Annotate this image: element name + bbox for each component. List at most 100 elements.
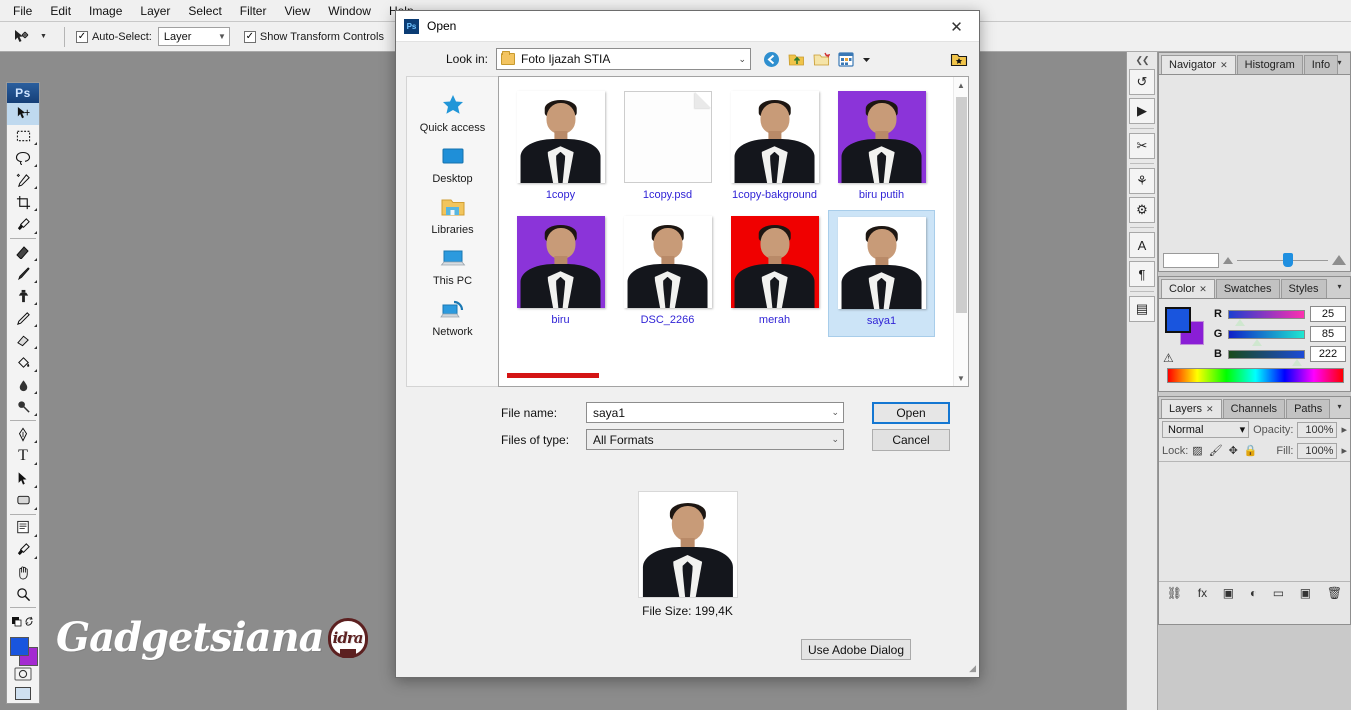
tab-channels[interactable]: Channels	[1222, 399, 1286, 418]
tool-history-brush[interactable]	[7, 307, 39, 329]
navigator-zoom-slider[interactable]	[1237, 253, 1328, 267]
auto-select-scope-select[interactable]: Layer ▼	[157, 27, 230, 46]
show-transform-check-glyph[interactable]: ✓	[243, 30, 256, 43]
default-colors-icon[interactable]	[7, 610, 39, 632]
actions-icon[interactable]: ▶	[1129, 98, 1155, 124]
place-this-pc[interactable]: This PC	[407, 243, 498, 294]
opacity-value[interactable]: 100%	[1297, 421, 1338, 438]
file-list-scrollbar[interactable]: ▲ ▼	[953, 77, 968, 386]
color-foreground-swatch[interactable]	[1165, 307, 1191, 333]
tool-color-sampler[interactable]	[7, 539, 39, 561]
tool-lasso[interactable]	[7, 147, 39, 169]
opacity-stepper-icon[interactable]: ▸	[1341, 423, 1347, 436]
chevron-down-icon[interactable]: ⌄	[831, 434, 839, 445]
channel-slider-g[interactable]	[1228, 329, 1305, 346]
lock-transparent-pixels-icon[interactable]: ▨	[1192, 444, 1202, 457]
menu-filter[interactable]: Filter	[231, 1, 276, 21]
slider-thumb[interactable]	[1282, 253, 1293, 267]
tool-spot-healing[interactable]	[7, 241, 39, 263]
dialog-title-bar[interactable]: Ps Open ✕	[396, 11, 979, 42]
fill-stepper-icon[interactable]: ▸	[1341, 444, 1347, 457]
close-icon[interactable]: ✕	[1220, 60, 1228, 71]
tab-styles[interactable]: Styles	[1280, 279, 1327, 298]
blend-mode-select[interactable]: Normal ▾	[1162, 421, 1250, 438]
file-item-saya1[interactable]: saya1	[828, 210, 935, 337]
paragraph-icon[interactable]: ¶	[1129, 261, 1155, 287]
tool-clone-stamp[interactable]	[7, 285, 39, 307]
new-layer-icon[interactable]: ▣	[1300, 586, 1311, 600]
tool-presets-icon[interactable]: ✂	[1129, 133, 1155, 159]
channel-value-r[interactable]: 25	[1310, 306, 1346, 322]
channel-value-b[interactable]: 222	[1310, 346, 1346, 362]
up-folder-icon[interactable]	[786, 49, 806, 69]
tool-zoom[interactable]	[7, 583, 39, 605]
layers-list[interactable]	[1159, 461, 1350, 581]
link-icon[interactable]: ⛓	[1167, 586, 1182, 600]
auto-select-check-glyph[interactable]: ✓	[75, 30, 88, 43]
tool-hand[interactable]	[7, 561, 39, 583]
view-mode-icon[interactable]	[836, 49, 856, 69]
view-mode-caret-icon[interactable]	[861, 49, 871, 69]
tool-eyedropper[interactable]	[7, 213, 39, 235]
tab-color[interactable]: Color ✕	[1161, 279, 1215, 298]
tool-pen[interactable]	[7, 423, 39, 445]
close-icon[interactable]: ✕	[934, 11, 979, 42]
cancel-button[interactable]: Cancel	[872, 428, 950, 451]
tab-histogram[interactable]: Histogram	[1236, 55, 1303, 74]
scroll-up-icon[interactable]: ▲	[954, 77, 969, 93]
menu-image[interactable]: Image	[80, 1, 131, 21]
menu-select[interactable]: Select	[179, 1, 230, 21]
place-quick-access[interactable]: Quick access	[407, 89, 498, 141]
delete-icon[interactable]: 🗑	[1327, 586, 1342, 600]
resize-grip-icon[interactable]: ◢	[969, 663, 976, 674]
tool-move[interactable]	[7, 102, 39, 125]
place-network[interactable]: Network	[407, 294, 498, 345]
channel-thumb-b[interactable]	[1292, 358, 1302, 366]
adjustment-icon[interactable]: ◐	[1250, 586, 1257, 600]
file-item-merah[interactable]: merah	[721, 210, 828, 337]
show-transform-checkbox[interactable]: ✓ Show Transform Controls	[243, 30, 384, 43]
move-tool-icon[interactable]	[8, 26, 34, 48]
files-of-type-select[interactable]: All Formats ⌄	[586, 429, 844, 450]
foreground-color-swatch[interactable]	[10, 637, 29, 657]
open-button[interactable]: Open	[872, 401, 950, 424]
menu-layer[interactable]: Layer	[131, 1, 179, 21]
group-icon[interactable]: ▭	[1273, 586, 1284, 600]
lock-position-icon[interactable]: ✥	[1229, 444, 1238, 457]
add-favorite-icon[interactable]	[949, 49, 969, 69]
tab-navigator[interactable]: Navigator ✕	[1161, 55, 1236, 74]
zoom-out-icon[interactable]	[1223, 256, 1233, 264]
layer-comps-icon[interactable]: ▤	[1129, 296, 1155, 322]
file-item-biru-putih[interactable]: biru putih	[828, 85, 935, 210]
panel-menu-icon[interactable]: ▾	[1332, 399, 1347, 414]
tool-marquee[interactable]	[7, 125, 39, 147]
zoom-in-icon[interactable]	[1332, 255, 1346, 265]
color-spectrum-ramp[interactable]	[1167, 368, 1344, 383]
channel-thumb-r[interactable]	[1235, 318, 1245, 326]
brush-settings-icon[interactable]: ⚙	[1129, 197, 1155, 223]
chevron-down-icon[interactable]: ⌄	[738, 54, 746, 65]
menu-edit[interactable]: Edit	[41, 1, 80, 21]
menu-window[interactable]: Window	[319, 1, 380, 21]
tool-paint-bucket[interactable]	[7, 351, 39, 373]
file-item-1copy[interactable]: 1copy	[507, 85, 614, 210]
file-name-input[interactable]: saya1 ⌄	[586, 402, 844, 423]
channel-value-g[interactable]: 85	[1310, 326, 1346, 342]
tool-gradient[interactable]	[7, 374, 39, 396]
file-item-dsc-2266[interactable]: DSC_2266	[614, 210, 721, 337]
tool-brush[interactable]	[7, 263, 39, 285]
tool-eraser[interactable]	[7, 329, 39, 351]
fill-value[interactable]: 100%	[1297, 442, 1338, 459]
new-folder-icon[interactable]	[811, 49, 831, 69]
chevron-down-icon[interactable]: ⌄	[831, 407, 839, 418]
color-panel-swatches[interactable]	[1165, 307, 1205, 345]
menu-view[interactable]: View	[275, 1, 319, 21]
scroll-down-icon[interactable]: ▼	[954, 370, 969, 386]
channel-thumb-g[interactable]	[1251, 338, 1262, 346]
quick-mask-toggle-icon[interactable]	[8, 666, 38, 684]
panel-menu-icon[interactable]: ▾	[1332, 55, 1347, 70]
close-icon[interactable]: ✕	[1206, 404, 1214, 415]
color-swatches[interactable]	[7, 635, 39, 667]
tool-crop[interactable]	[7, 191, 39, 213]
tool-path-selection[interactable]	[7, 467, 39, 489]
